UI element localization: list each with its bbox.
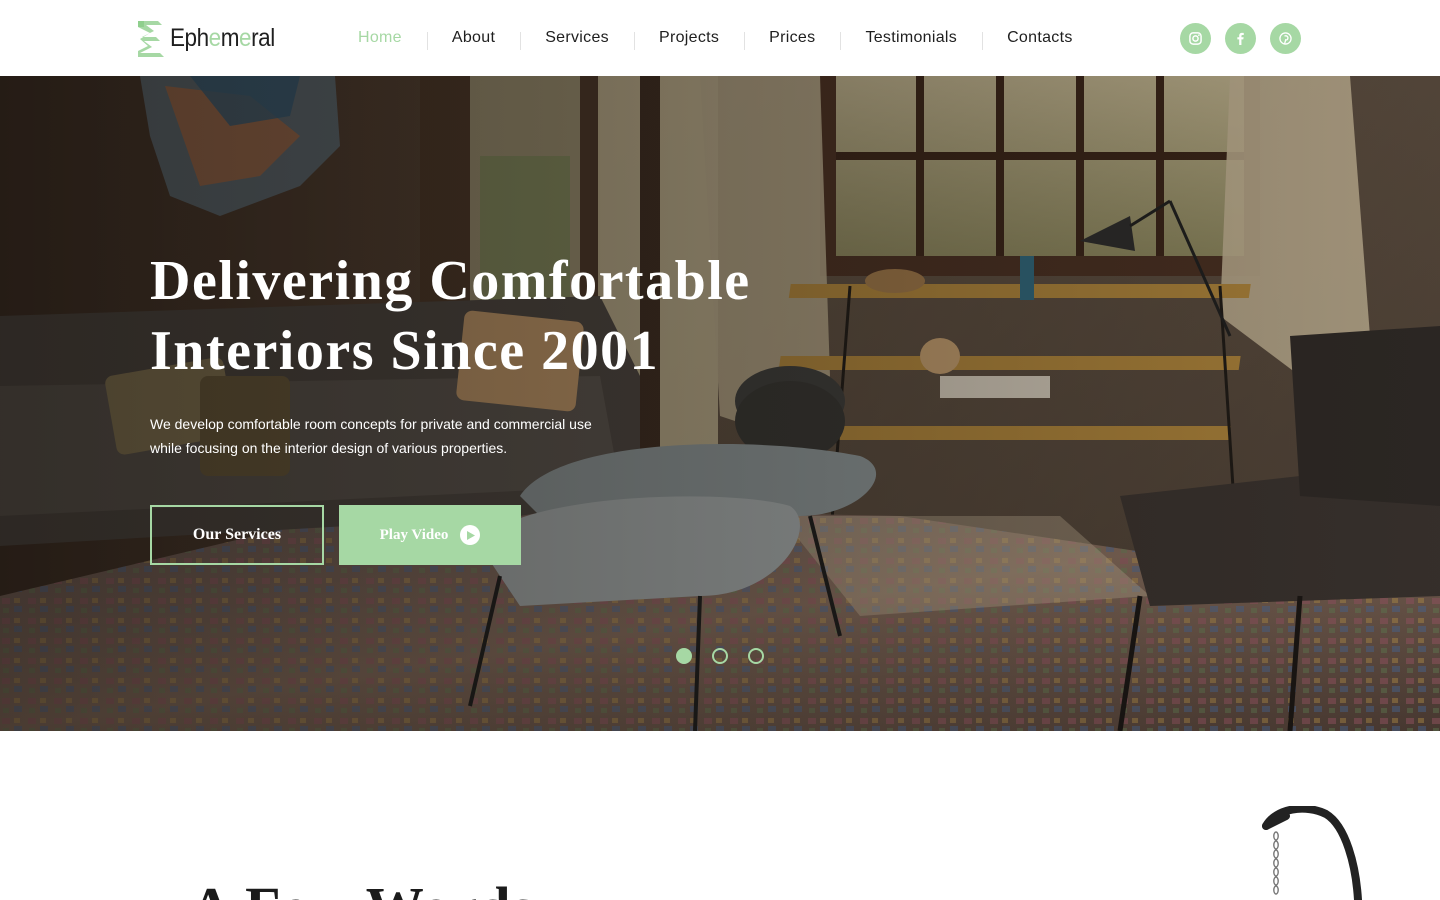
hero-title: Delivering Comfortable Interiors Since 2… — [150, 250, 751, 382]
slider-pagination — [676, 648, 764, 664]
slider-dot-1[interactable] — [676, 648, 692, 664]
nav-prices[interactable]: Prices — [744, 29, 840, 50]
hero-slider: Delivering Comfortable Interiors Since 2… — [0, 76, 1440, 731]
logo-text: Ephemeral — [170, 23, 275, 52]
facebook-icon — [1237, 32, 1244, 45]
play-icon — [460, 525, 481, 545]
play-video-button[interactable]: Play Video — [339, 505, 521, 565]
logo-icon — [138, 21, 164, 57]
nav-contacts[interactable]: Contacts — [982, 29, 1098, 50]
main-nav: Home About Services Projects Prices Test… — [333, 24, 1098, 52]
instagram-button[interactable] — [1180, 23, 1211, 54]
our-services-button[interactable]: Our Services — [150, 505, 324, 565]
social-links — [1180, 23, 1301, 54]
nav-projects[interactable]: Projects — [633, 29, 744, 50]
hero-subtitle: We develop comfortable room concepts for… — [150, 416, 592, 456]
site-header: Ephemeral Home About Services Projects P… — [0, 0, 1440, 76]
section-heading: A Few Words — [190, 876, 535, 900]
hanging-chair-image — [1262, 806, 1362, 900]
play-video-label: Play Video — [379, 526, 449, 543]
pinterest-button[interactable] — [1270, 23, 1301, 54]
nav-home[interactable]: Home — [333, 29, 427, 47]
nav-services[interactable]: Services — [520, 29, 634, 50]
logo[interactable]: Ephemeral — [136, 16, 286, 60]
slider-dot-2[interactable] — [712, 648, 728, 664]
facebook-button[interactable] — [1225, 23, 1256, 54]
pinterest-icon — [1279, 32, 1292, 45]
instagram-icon — [1189, 32, 1202, 45]
nav-about[interactable]: About — [426, 29, 520, 50]
nav-testimonials[interactable]: Testimonials — [840, 29, 982, 50]
slider-dot-3[interactable] — [748, 648, 764, 664]
hero-overlay — [0, 76, 1440, 731]
